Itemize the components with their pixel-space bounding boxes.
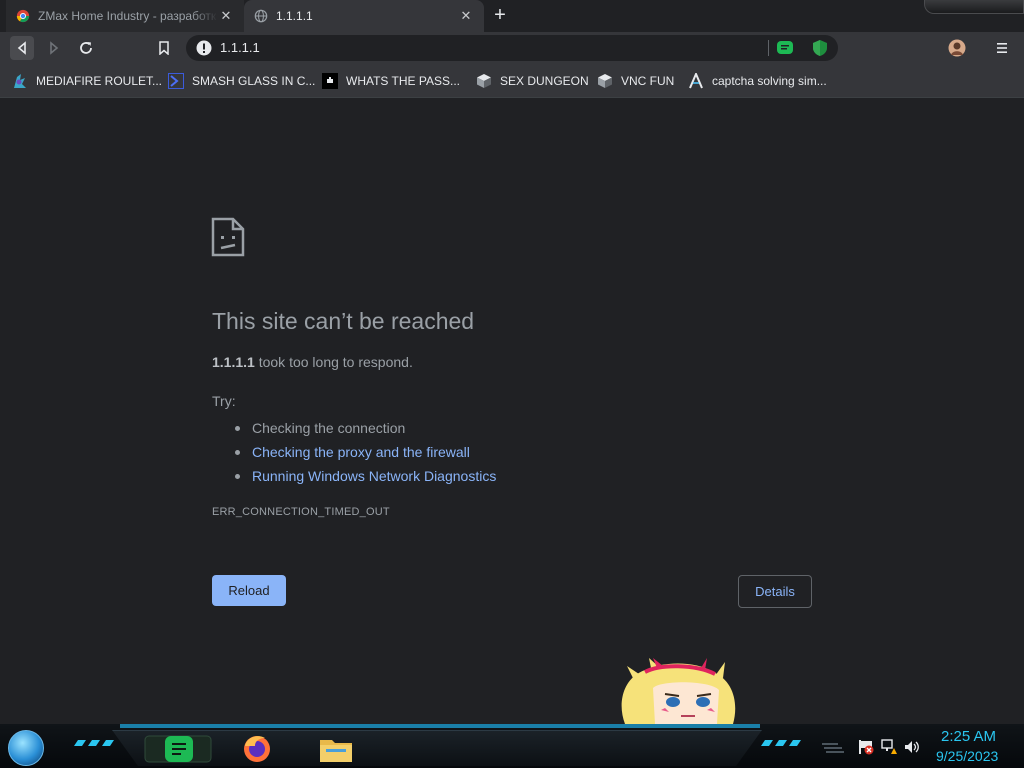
taskbar-decor-left — [74, 740, 114, 746]
chrome-favicon-icon — [16, 9, 30, 23]
a-logo-icon — [689, 73, 703, 89]
bookmark-sex-dungeon[interactable]: SEX DUNGEON — [476, 71, 589, 91]
back-arrow-icon — [17, 41, 26, 55]
file-explorer-icon[interactable] — [318, 732, 354, 764]
forward-arrow-icon — [50, 41, 59, 55]
start-button[interactable] — [8, 730, 44, 766]
bookmarks-bar: MEDIAFIRE ROULET... SMASH GLASS IN C... … — [0, 64, 1024, 98]
bookmark-whats-the-pass[interactable]: WHATS THE PASS... — [322, 71, 460, 91]
globe-icon — [254, 9, 268, 23]
info-warning-icon[interactable] — [196, 40, 212, 56]
desktop-mascot-character — [621, 658, 736, 724]
cube-icon — [477, 74, 491, 88]
bookmark-label: captcha solving sim... — [712, 74, 827, 88]
tab-1-1-1-1[interactable]: 1.1.1.1 ✕ — [244, 0, 484, 32]
action-center-flag-icon[interactable] — [858, 739, 874, 755]
character-icon — [14, 74, 26, 88]
network-warning-icon[interactable] — [881, 739, 897, 755]
back-button[interactable] — [10, 36, 34, 60]
bookmark-captcha[interactable]: captcha solving sim... — [688, 71, 827, 91]
bookmark-vnc-fun[interactable]: VNC FUN — [597, 71, 674, 91]
taskbar-accent-strip — [120, 724, 760, 728]
chevron-logo-icon — [168, 73, 184, 89]
bookmark-smash-glass[interactable]: SMASH GLASS IN C... — [168, 71, 315, 91]
chat-extension-icon[interactable] — [776, 39, 794, 57]
avatar-icon — [948, 39, 966, 57]
browser-toolbar: 1.1.1.1 — [0, 32, 1024, 64]
tab-zmax[interactable]: ZMax Home Industry - разработк ✕ — [6, 0, 244, 32]
bookmark-icon — [159, 41, 169, 55]
menu-button[interactable] — [990, 36, 1014, 60]
tab-title: ZMax Home Industry - разработк — [38, 9, 217, 23]
error-code: ERR_CONNECTION_TIMED_OUT — [212, 506, 390, 518]
reload-button[interactable]: Reload — [212, 575, 286, 606]
omnibox-divider — [768, 40, 769, 56]
suggestion-list: Checking the connection Checking the pro… — [232, 416, 496, 488]
address-bar[interactable]: 1.1.1.1 — [186, 35, 838, 61]
error-description: 1.1.1.1 took too long to respond. — [212, 354, 413, 370]
suggestion-network-diagnostics-link[interactable]: Running Windows Network Diagnostics — [232, 464, 496, 488]
bookmark-button[interactable] — [152, 36, 176, 60]
error-page: This site can’t be reached 1.1.1.1 took … — [0, 98, 1024, 724]
sad-page-icon — [211, 217, 245, 257]
bookmark-label: SMASH GLASS IN C... — [192, 74, 316, 88]
bookmark-mediafire[interactable]: MEDIAFIRE ROULET... — [12, 71, 162, 91]
error-title: This site can’t be reached — [212, 308, 475, 334]
reload-toolbar-button[interactable] — [74, 36, 98, 60]
cube-icon — [598, 74, 612, 88]
bookmark-label: VNC FUN — [621, 74, 675, 88]
try-label: Try: — [212, 393, 236, 409]
window-controls[interactable] — [924, 0, 1024, 14]
volume-icon[interactable] — [904, 739, 920, 755]
profile-avatar[interactable] — [945, 36, 969, 60]
refresh-icon — [80, 42, 92, 54]
error-host: 1.1.1.1 — [212, 354, 255, 370]
suggestion-check-connection: Checking the connection — [232, 416, 496, 440]
clock-date[interactable]: 9/25/2023 — [936, 748, 998, 764]
bookmark-label: WHATS THE PASS... — [346, 74, 461, 88]
error-desc-text: took too long to respond. — [254, 354, 413, 370]
close-tab-icon[interactable]: ✕ — [458, 8, 474, 24]
taskbar-decor-right — [761, 740, 801, 746]
tab-title: 1.1.1.1 — [276, 9, 313, 23]
suggestion-check-proxy-link[interactable]: Checking the proxy and the firewall — [232, 440, 496, 464]
hamburger-menu-icon — [997, 43, 1007, 53]
firefox-icon[interactable] — [241, 732, 273, 764]
close-tab-icon[interactable]: ✕ — [218, 8, 234, 24]
bookmark-label: SEX DUNGEON — [500, 74, 589, 88]
dark-site-icon — [322, 73, 338, 89]
shield-extension-icon[interactable] — [811, 39, 829, 57]
chat-app-taskbar-icon[interactable] — [143, 732, 213, 764]
url-text: 1.1.1.1 — [220, 40, 260, 55]
details-button[interactable]: Details — [738, 575, 812, 608]
bookmark-label: MEDIAFIRE ROULET... — [36, 74, 163, 88]
tab-strip: ZMax Home Industry - разработк ✕ 1.1.1.1… — [0, 0, 1024, 32]
taskbar-decor-lines — [822, 743, 844, 753]
new-tab-button[interactable]: + — [490, 5, 510, 26]
forward-button[interactable] — [42, 36, 66, 60]
clock-time[interactable]: 2:25 AM — [941, 728, 996, 745]
